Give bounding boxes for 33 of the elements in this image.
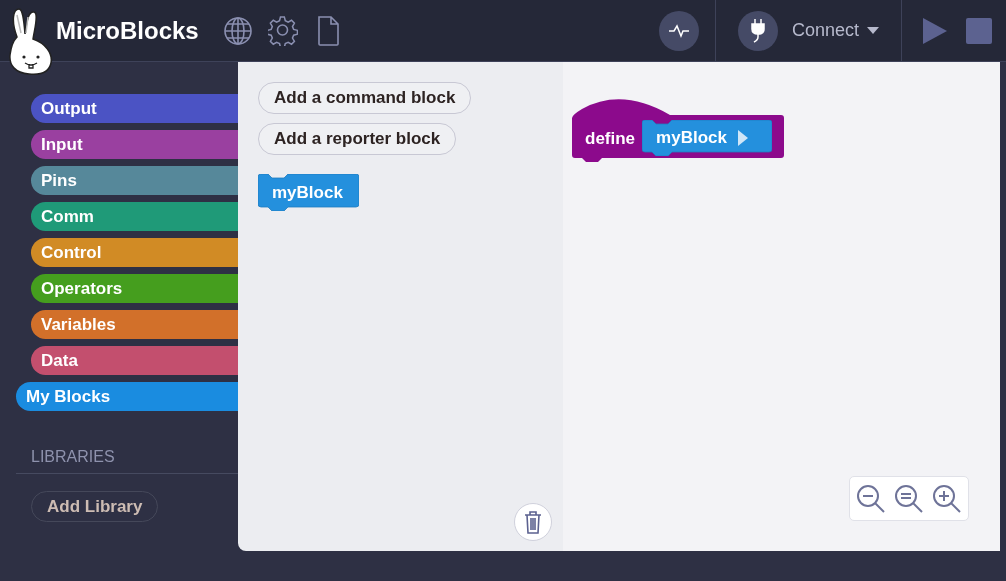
category-button[interactable]: Data xyxy=(31,346,238,375)
block-name: myBlock xyxy=(656,127,727,148)
plug-icon xyxy=(748,17,767,44)
zoom-out-icon[interactable] xyxy=(856,483,886,514)
caret-icon xyxy=(867,26,879,35)
block-prototype[interactable]: myBlock xyxy=(642,119,773,156)
libraries-heading: LIBRARIES xyxy=(31,448,115,466)
category-button[interactable]: Variables xyxy=(31,310,238,339)
add-block-button[interactable]: Add a command block xyxy=(258,82,472,114)
play-button[interactable] xyxy=(922,16,948,45)
settings-icon[interactable] xyxy=(267,15,298,46)
define-label: define xyxy=(585,128,636,149)
zoom-reset-icon[interactable] xyxy=(894,483,924,514)
globe-icon[interactable] xyxy=(222,15,253,46)
pulse-icon xyxy=(668,23,689,38)
trash-button[interactable] xyxy=(514,503,552,541)
triangle-icon xyxy=(736,128,749,147)
category-button[interactable]: Control xyxy=(31,238,238,267)
add-block-button[interactable]: Add a reporter block xyxy=(258,123,457,155)
category-button[interactable]: Pins xyxy=(31,166,238,195)
connect-button[interactable]: Connect xyxy=(715,10,901,51)
zoom-in-icon[interactable] xyxy=(932,483,962,514)
category-button[interactable]: Operators xyxy=(31,274,238,303)
category-button[interactable]: Output xyxy=(31,94,238,123)
app-title: MicroBlocks xyxy=(56,16,199,45)
category-button[interactable]: Input xyxy=(31,130,238,159)
graph-button[interactable] xyxy=(658,10,699,51)
custom-block[interactable]: myBlock xyxy=(258,174,359,211)
stop-button[interactable] xyxy=(966,17,992,44)
rabbit-logo xyxy=(7,7,55,75)
category-button[interactable]: My Blocks xyxy=(16,382,238,411)
trash-icon xyxy=(524,510,542,534)
category-button[interactable]: Comm xyxy=(31,202,238,231)
